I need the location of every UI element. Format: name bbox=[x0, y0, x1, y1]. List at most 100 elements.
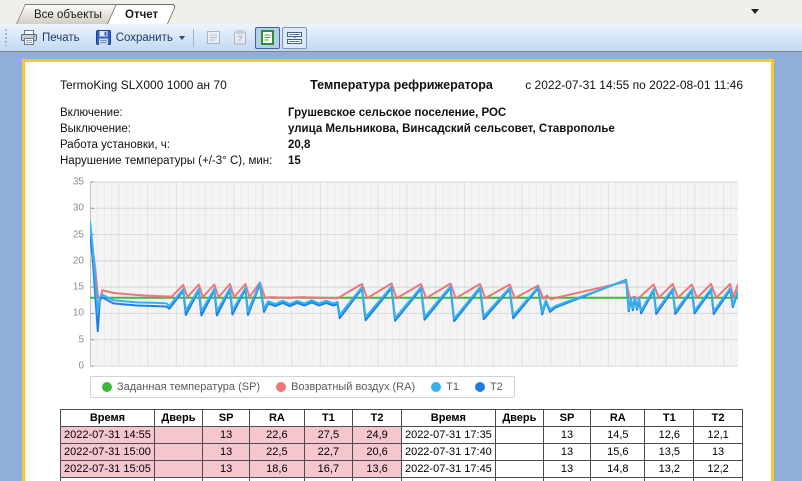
column-header: T1 bbox=[645, 410, 694, 427]
svg-text:?: ? bbox=[238, 34, 243, 44]
page-layout-icon bbox=[286, 31, 303, 45]
table-cell: 13,6 bbox=[353, 461, 402, 478]
info-row: Нарушение температуры (+/-3° С), мин:15 bbox=[60, 153, 743, 169]
table-body: 2022-07-31 14:551322,627,524,92022-07-31… bbox=[61, 427, 743, 481]
table-row: 2022-07-31 15:101313,410,36,62022-07-31 … bbox=[61, 478, 743, 481]
column-header: Дверь bbox=[154, 410, 202, 427]
table-cell: 13,5 bbox=[645, 444, 694, 461]
report-view-toggle[interactable] bbox=[255, 27, 280, 49]
table-cell: 13,4 bbox=[250, 478, 304, 481]
table-cell: 27,5 bbox=[304, 427, 353, 444]
table-cell bbox=[154, 427, 202, 444]
info-value: 20,8 bbox=[288, 137, 310, 153]
table-cell bbox=[154, 478, 202, 481]
info-label: Выключение: bbox=[60, 121, 288, 137]
tab-all-objects[interactable]: Все объекты bbox=[16, 4, 121, 24]
table-cell: 22,5 bbox=[250, 444, 304, 461]
info-row: Работа установки, ч:20,8 bbox=[60, 137, 743, 153]
table-cell: 12,2 bbox=[694, 461, 743, 478]
table-cell: 2022-07-31 17:50 bbox=[401, 478, 495, 481]
chart-legend: Заданная температура (SP) Возвратный возд… bbox=[90, 376, 515, 398]
y-tick-label: 0 bbox=[78, 361, 84, 372]
column-header: RA bbox=[591, 410, 645, 427]
help-icon: ? bbox=[233, 30, 247, 45]
table-cell: 2022-07-31 14:55 bbox=[61, 427, 155, 444]
report-view-area: TermoKing SLX000 1000 ан 70 Температура … bbox=[0, 52, 802, 481]
page-setup-icon bbox=[206, 30, 221, 45]
table-cell bbox=[495, 427, 543, 444]
y-tick-label: 25 bbox=[73, 229, 84, 240]
table-cell: 10 bbox=[694, 478, 743, 481]
table-cell: 14,8 bbox=[591, 461, 645, 478]
info-label: Работа установки, ч: bbox=[60, 137, 288, 153]
page-setup-button bbox=[201, 27, 226, 49]
legend-label: Возвратный воздух (RA) bbox=[291, 381, 415, 393]
table-cell: 20,6 bbox=[353, 444, 402, 461]
table-cell: 2022-07-31 17:35 bbox=[401, 427, 495, 444]
table-cell: 24,9 bbox=[353, 427, 402, 444]
info-row: Включение:Грушевское сельское поселение,… bbox=[60, 105, 743, 121]
legend-item: Т2 bbox=[475, 381, 503, 393]
y-tick-label: 20 bbox=[73, 255, 84, 266]
tab-strip: Все объекты Отчет bbox=[0, 0, 802, 24]
y-tick-label: 10 bbox=[73, 308, 84, 319]
chart-svg bbox=[90, 179, 738, 369]
table-cell: 2022-07-31 15:10 bbox=[61, 478, 155, 481]
print-button[interactable]: Печать bbox=[13, 26, 88, 49]
legend-dot-icon bbox=[431, 382, 441, 392]
report-view-icon bbox=[261, 30, 274, 45]
column-header: Дверь bbox=[495, 410, 543, 427]
y-tick-label: 30 bbox=[73, 203, 84, 214]
table-cell: 13 bbox=[202, 478, 249, 481]
table-header: ВремяДверьSPRAT1T2ВремяДверьSPRAT1T2 bbox=[61, 410, 743, 427]
table-cell: 10,3 bbox=[304, 478, 353, 481]
info-value: улица Мельникова, Винсадский сельсовет, … bbox=[288, 121, 615, 137]
table-cell: 13 bbox=[591, 478, 645, 481]
table-cell: 16,7 bbox=[304, 461, 353, 478]
tab-list-dropdown-button[interactable] bbox=[748, 5, 762, 17]
table-cell: 18,6 bbox=[250, 461, 304, 478]
tab-label: Отчет bbox=[125, 9, 158, 21]
info-value: 15 bbox=[288, 153, 301, 169]
table-row: 2022-07-31 15:001322,522,720,62022-07-31… bbox=[61, 444, 743, 461]
table-cell: 13 bbox=[543, 427, 590, 444]
toolbar-separator bbox=[193, 29, 194, 47]
table-cell: 13 bbox=[202, 461, 249, 478]
table-cell: 22,7 bbox=[304, 444, 353, 461]
floppy-save-icon bbox=[96, 30, 111, 45]
column-header: T2 bbox=[353, 410, 402, 427]
legend-item: Заданная температура (SP) bbox=[102, 381, 260, 393]
print-button-label: Печать bbox=[42, 32, 80, 44]
table-cell: 13 bbox=[543, 444, 590, 461]
y-tick-label: 35 bbox=[73, 177, 84, 188]
legend-label: Заданная температура (SP) bbox=[117, 381, 260, 393]
column-header: SP bbox=[543, 410, 590, 427]
info-label: Нарушение температуры (+/-3° С), мин: bbox=[60, 153, 288, 169]
chevron-down-icon bbox=[751, 9, 759, 14]
temperature-chart: 05101520253035 bbox=[60, 179, 743, 369]
legend-item: Возвратный воздух (RA) bbox=[276, 381, 415, 393]
page-layout-toggle[interactable] bbox=[282, 27, 307, 49]
info-label: Включение: bbox=[60, 105, 288, 121]
report-table: ВремяДверьSPRAT1T2ВремяДверьSPRAT1T2 202… bbox=[60, 409, 743, 481]
y-tick-label: 5 bbox=[78, 334, 84, 345]
tab-report[interactable]: Отчет bbox=[107, 4, 177, 24]
table-cell: 12,1 bbox=[694, 427, 743, 444]
toolbar-grip[interactable] bbox=[4, 29, 8, 46]
save-dropdown-button[interactable] bbox=[177, 29, 187, 47]
column-header: Время bbox=[401, 410, 495, 427]
table-cell: 2022-07-31 17:45 bbox=[401, 461, 495, 478]
tab-label: Все объекты bbox=[34, 9, 102, 21]
info-value: Грушевское сельское поселение, РОС bbox=[288, 105, 506, 121]
help-button: ? bbox=[228, 27, 253, 49]
report-title: Температура рефрижератора bbox=[310, 78, 493, 92]
column-header: RA bbox=[250, 410, 304, 427]
table-cell: 13 bbox=[543, 478, 590, 481]
table-cell: 2022-07-31 15:05 bbox=[61, 461, 155, 478]
device-name: TermoKing SLX000 1000 ан 70 bbox=[60, 78, 310, 92]
save-button[interactable]: Сохранить bbox=[88, 26, 181, 49]
table-cell: 2022-07-31 15:00 bbox=[61, 444, 155, 461]
table-cell: 22,6 bbox=[250, 427, 304, 444]
table-cell: 12,6 bbox=[645, 427, 694, 444]
table-cell: 15,6 bbox=[591, 444, 645, 461]
